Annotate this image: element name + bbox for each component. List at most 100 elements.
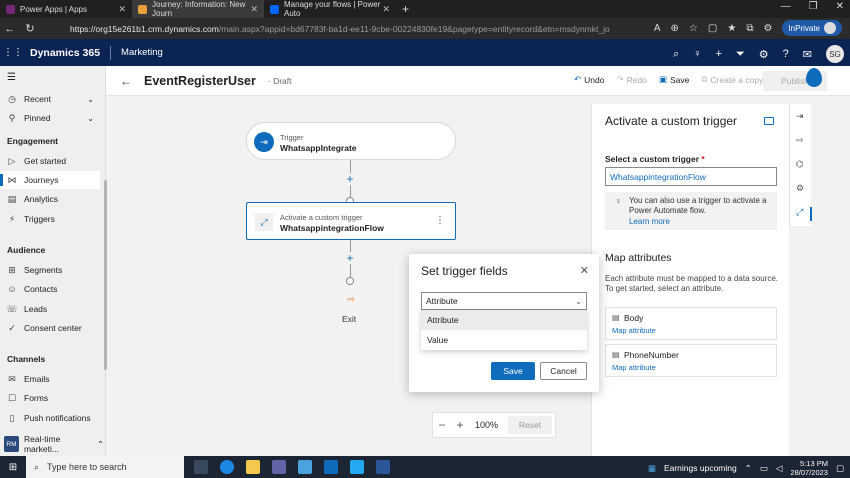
brand-name[interactable]: Dynamics 365 xyxy=(30,47,100,59)
volume-icon[interactable]: ◁ xyxy=(776,463,783,474)
close-icon[interactable]: ✕ xyxy=(118,4,126,15)
attribute-card-body[interactable]: ▤ Body Map attribute xyxy=(605,307,777,340)
copilot-icon[interactable] xyxy=(806,68,822,87)
nav-analytics[interactable]: ▤ Analytics xyxy=(0,190,100,208)
reset-zoom-button[interactable]: Reset xyxy=(508,416,553,434)
chevron-up-icon[interactable]: ⌃ xyxy=(745,463,752,474)
browser-tab-power-apps[interactable]: Power Apps | Apps ✕ xyxy=(0,0,132,18)
option-attribute[interactable]: Attribute xyxy=(421,310,587,330)
maximize-icon[interactable]: ❐ xyxy=(809,1,818,12)
nav-leads[interactable]: ☏ Leads xyxy=(0,300,100,318)
more-options-icon[interactable]: ⋮ xyxy=(435,215,445,226)
field-type-select[interactable]: Attribute ⌄ xyxy=(421,292,587,310)
option-value[interactable]: Value xyxy=(421,330,587,350)
refresh-icon[interactable]: ↻ xyxy=(20,22,40,35)
user-avatar[interactable]: SG xyxy=(826,45,844,63)
add-step-icon[interactable]: + xyxy=(344,252,356,264)
url-field[interactable]: https://org15e261b1.crm.dynamics.com/mai… xyxy=(70,24,610,34)
store-icon[interactable] xyxy=(298,460,312,474)
nav-contacts[interactable]: ☺ Contacts xyxy=(0,280,100,298)
branch-icon[interactable]: ⌬ xyxy=(796,159,804,170)
hamburger-menu-icon[interactable]: ☰ xyxy=(7,72,16,83)
favorite-star-icon[interactable]: ☆ xyxy=(689,23,698,34)
extensions-icon[interactable]: ⚙ xyxy=(763,23,772,34)
scrollbar[interactable] xyxy=(104,180,107,370)
power-apps-icon xyxy=(6,4,15,14)
nav-forms[interactable]: ☐ Forms xyxy=(0,389,100,407)
enter-icon[interactable]: ⇥ xyxy=(796,111,804,122)
exit-icon[interactable]: ⇨ xyxy=(796,135,804,146)
nav-segments[interactable]: ⊞ Segments xyxy=(0,261,100,279)
add-icon[interactable]: + xyxy=(716,48,722,60)
file-explorer-icon[interactable] xyxy=(246,460,260,474)
browser-tab-flows[interactable]: Manage your flows | Power Auto ✕ xyxy=(264,0,396,18)
chat-icon[interactable]: ✉ xyxy=(803,48,812,61)
close-icon[interactable]: ✕ xyxy=(382,4,390,15)
gear-icon[interactable]: ⚙ xyxy=(796,183,804,194)
nav-consent-center[interactable]: ✓ Consent center xyxy=(0,319,100,337)
vscode-icon[interactable] xyxy=(350,460,364,474)
app-launcher-icon[interactable]: ⋮⋮ xyxy=(0,47,26,58)
custom-trigger-input[interactable]: WhatsappintegrationFlow xyxy=(605,167,777,186)
nav-get-started[interactable]: ▷ Get started xyxy=(0,152,100,170)
cancel-button[interactable]: Cancel xyxy=(540,362,587,380)
add-step-icon[interactable]: + xyxy=(344,173,356,185)
save-icon: ▣ xyxy=(658,74,667,84)
trigger-node[interactable]: ⇥ Trigger WhatsappIntegrate xyxy=(246,122,456,160)
nav-recent[interactable]: ◷ Recent ⌄ xyxy=(0,90,100,108)
redo-button[interactable]: ↷ Redo xyxy=(616,74,646,85)
minimize-icon[interactable]: — xyxy=(781,1,791,12)
collections-icon[interactable]: ⧉ xyxy=(746,23,753,34)
area-switcher[interactable]: RM Real-time marketi... ⌃ xyxy=(0,434,104,454)
task-view-icon[interactable] xyxy=(194,460,208,474)
windows-start-icon[interactable]: ⊞ xyxy=(0,462,26,473)
gear-icon[interactable]: ⚙ xyxy=(759,48,769,61)
nav-triggers[interactable]: ⚡ Triggers xyxy=(0,210,100,228)
new-tab-button[interactable]: + xyxy=(402,2,409,16)
nav-pinned[interactable]: ⚲ Pinned ⌄ xyxy=(0,109,100,127)
word-icon[interactable] xyxy=(376,460,390,474)
close-window-icon[interactable]: ✕ xyxy=(836,1,844,12)
search-icon[interactable]: ⌕ xyxy=(673,48,679,61)
map-attribute-link[interactable]: Map attribute xyxy=(612,326,656,335)
teams-icon[interactable] xyxy=(272,460,286,474)
inprivate-label: InPrivate xyxy=(788,23,820,33)
close-icon[interactable]: ✕ xyxy=(580,264,589,277)
news-widget[interactable]: Earnings upcoming xyxy=(664,463,737,473)
outlook-icon[interactable] xyxy=(324,460,338,474)
favorites-icon[interactable]: ★ xyxy=(727,23,736,34)
browser-tab-journey[interactable]: Journey: Information: New Journ ✕ xyxy=(132,0,264,18)
action-node[interactable]: ⤢ Activate a custom trigger Whatsappinte… xyxy=(246,202,456,240)
nav-journeys[interactable]: ⋈ Journeys xyxy=(0,171,100,189)
zoom-icon[interactable]: ⊕ xyxy=(671,23,679,34)
collapse-panel-icon[interactable] xyxy=(764,117,774,125)
save-button[interactable]: ▣ Save xyxy=(659,74,689,85)
help-icon[interactable]: ? xyxy=(783,48,789,60)
inprivate-badge[interactable]: InPrivate xyxy=(782,20,842,36)
read-aloud-icon[interactable]: A xyxy=(654,23,661,34)
close-icon[interactable]: ✕ xyxy=(250,4,258,15)
attribute-card-phonenumber[interactable]: ▤ PhoneNumber Map attribute xyxy=(605,344,777,377)
custom-trigger-icon[interactable]: ⤢ xyxy=(796,207,803,218)
zoom-out-button[interactable]: − xyxy=(433,418,451,432)
edge-icon[interactable] xyxy=(220,460,234,474)
select-value: Attribute xyxy=(426,296,458,306)
clock[interactable]: 5:13 PM 28/07/2023 xyxy=(790,459,828,477)
map-attribute-link[interactable]: Map attribute xyxy=(612,363,656,372)
split-screen-icon[interactable]: ▢ xyxy=(708,23,717,34)
save-button[interactable]: Save xyxy=(491,362,535,380)
zoom-in-button[interactable]: + xyxy=(451,418,469,432)
nav-emails[interactable]: ✉ Emails xyxy=(0,370,100,388)
journey-icon: ⋈ xyxy=(7,174,17,185)
taskbar-search[interactable]: ⌕ Type here to search xyxy=(26,456,184,478)
back-arrow-icon[interactable]: ← xyxy=(0,23,20,35)
undo-button[interactable]: ↶ Undo xyxy=(574,74,604,85)
filter-icon[interactable]: ⏷ xyxy=(736,48,745,61)
lightbulb-icon[interactable]: ♀ xyxy=(693,48,701,60)
nav-push-notifications[interactable]: ▯ Push notifications xyxy=(0,409,100,427)
learn-more-link[interactable]: Learn more xyxy=(629,217,670,226)
create-copy-button[interactable]: ⧉ Create a copy xyxy=(701,74,763,85)
back-arrow-icon[interactable]: ← xyxy=(120,74,132,88)
network-icon[interactable]: ▭ xyxy=(760,463,768,474)
notifications-icon[interactable]: ▢ xyxy=(836,463,844,474)
